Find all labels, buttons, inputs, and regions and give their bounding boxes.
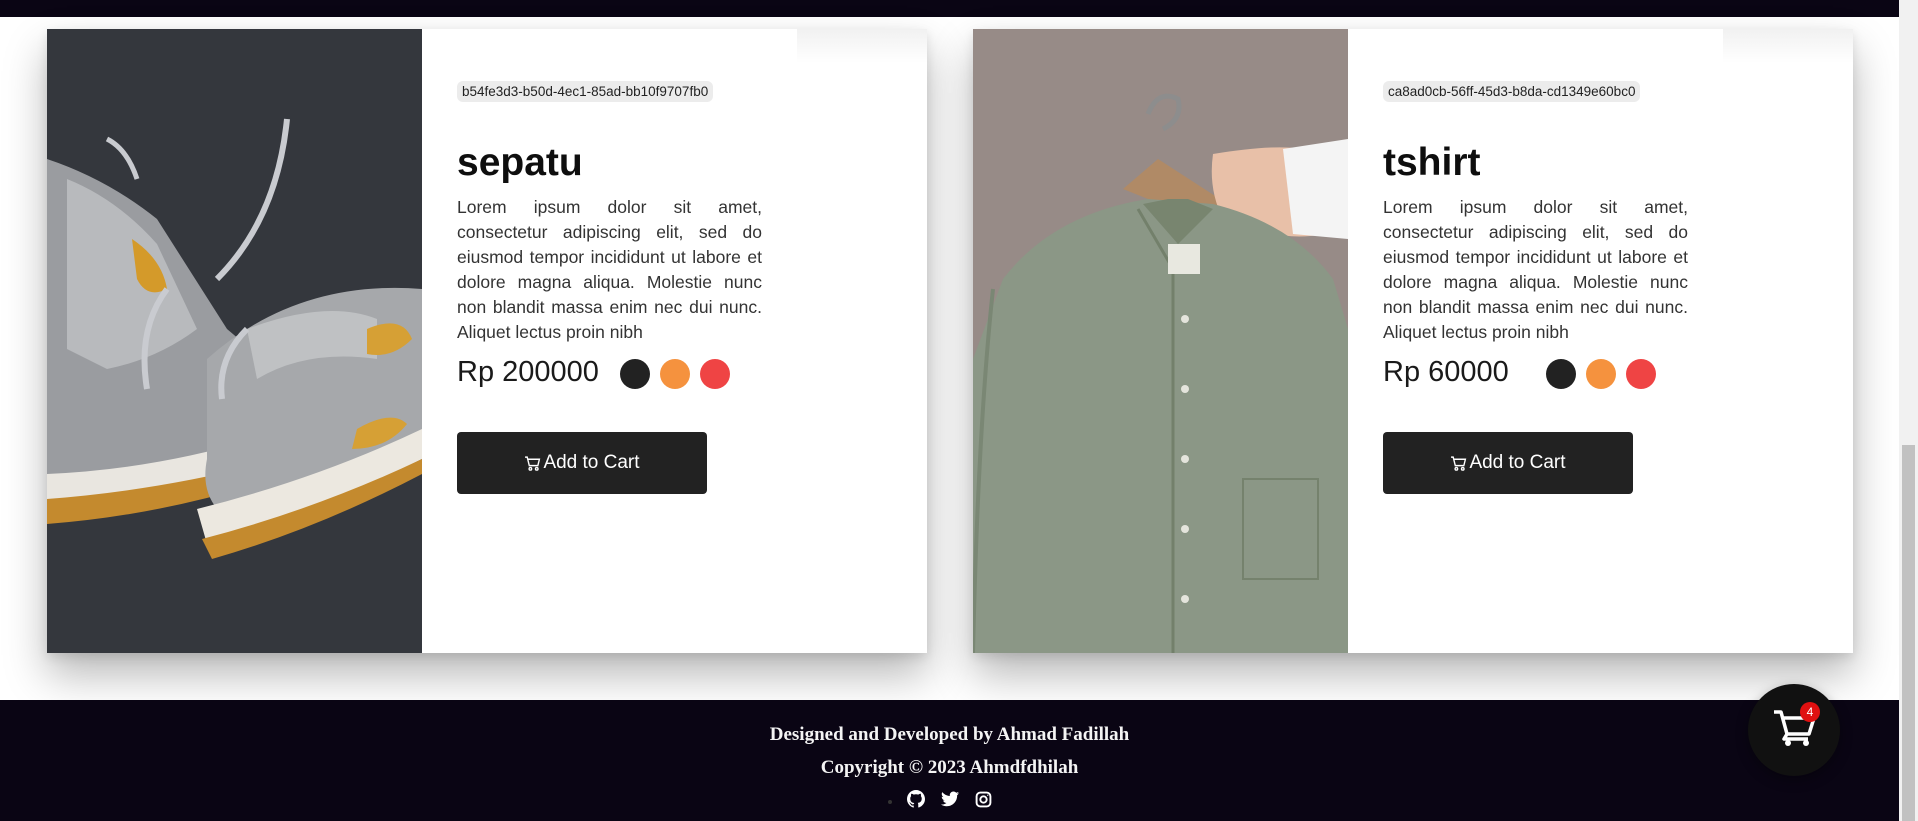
product-name: tshirt [1383,141,1481,184]
color-options [620,359,730,389]
product-name: sepatu [457,141,583,184]
color-option-dark[interactable] [1546,359,1576,389]
add-to-cart-label: Add to Cart [1469,452,1566,473]
github-icon[interactable] [906,789,926,809]
add-to-cart-label: Add to Cart [543,452,640,473]
cart-icon [1450,455,1467,472]
cart-count-badge: 4 [1800,702,1820,722]
product-card: ca8ad0cb-56ff-45d3-b8da-cd1349e60bc0 tsh… [973,29,1853,653]
top-navbar-edge [0,0,1899,17]
color-option-red[interactable] [700,359,730,389]
add-to-cart-button[interactable]: Add to Cart [457,432,707,494]
instagram-icon[interactable] [974,789,994,809]
footer: Designed and Developed by Ahmad Fadillah… [0,700,1899,821]
product-id: ca8ad0cb-56ff-45d3-b8da-cd1349e60bc0 [1383,81,1641,102]
color-options [1546,359,1656,389]
product-info: ca8ad0cb-56ff-45d3-b8da-cd1349e60bc0 tsh… [1348,29,1853,653]
color-option-red[interactable] [1626,359,1656,389]
scrollbar-thumb[interactable] [1902,445,1915,821]
add-to-cart-button[interactable]: Add to Cart [1383,432,1633,494]
product-price: Rp 60000 [1383,356,1509,388]
product-card: b54fe3d3-b50d-4ec1-85ad-bb10f9707fb0 sep… [47,29,927,653]
floating-cart-button[interactable]: 4 [1748,684,1840,776]
twitter-icon[interactable] [940,789,960,809]
product-id: b54fe3d3-b50d-4ec1-85ad-bb10f9707fb0 [457,81,714,102]
product-image-sneakers [47,29,422,653]
product-image-shirt [973,29,1348,653]
social-links [0,789,1899,809]
cart-icon [524,455,541,472]
product-description: Lorem ipsum dolor sit amet, consectetur … [1383,197,1688,342]
color-option-orange[interactable] [660,359,690,389]
scrollbar[interactable] [1899,0,1918,821]
product-price: Rp 200000 [457,356,599,388]
color-option-dark[interactable] [620,359,650,389]
product-description: Lorem ipsum dolor sit amet, consectetur … [457,197,762,342]
color-option-orange[interactable] [1586,359,1616,389]
footer-credit: Designed and Developed by Ahmad Fadillah [769,724,1130,745]
footer-copyright: Copyright © 2023 Ahmdfdhilah [820,757,1079,778]
product-info: b54fe3d3-b50d-4ec1-85ad-bb10f9707fb0 sep… [422,29,927,653]
